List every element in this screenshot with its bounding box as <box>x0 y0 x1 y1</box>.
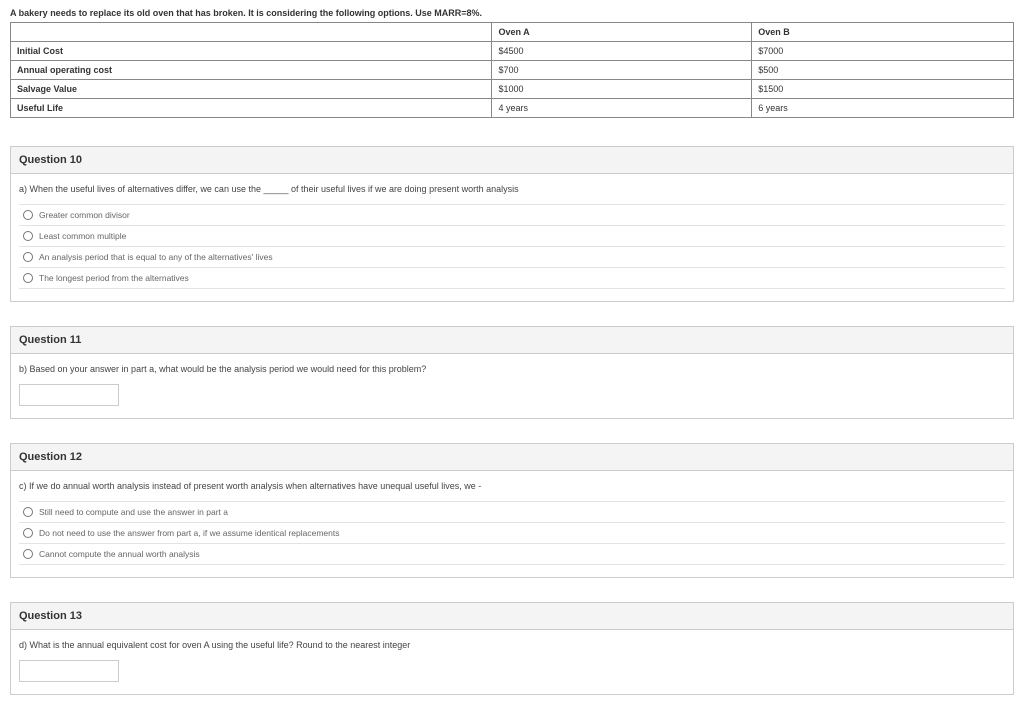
radio-input[interactable] <box>23 210 33 220</box>
option-row[interactable]: Cannot compute the annual worth analysis <box>19 543 1005 565</box>
question-title: Question 13 <box>11 603 1013 630</box>
question-title: Question 10 <box>11 147 1013 174</box>
option-label: Least common multiple <box>39 231 126 241</box>
cell-a: $700 <box>492 61 752 80</box>
col-b-header: Oven B <box>752 23 1014 42</box>
cell-b: $7000 <box>752 42 1014 61</box>
option-row[interactable]: An analysis period that is equal to any … <box>19 246 1005 267</box>
option-row[interactable]: Greater common divisor <box>19 204 1005 225</box>
cell-a: $4500 <box>492 42 752 61</box>
cell-a: 4 years <box>492 99 752 118</box>
option-label: Still need to compute and use the answer… <box>39 507 228 517</box>
table-row: Useful Life 4 years 6 years <box>11 99 1014 118</box>
option-label: The longest period from the alternatives <box>39 273 189 283</box>
table-row: Initial Cost $4500 $7000 <box>11 42 1014 61</box>
question-prompt: a) When the useful lives of alternatives… <box>19 184 1005 194</box>
radio-input[interactable] <box>23 231 33 241</box>
question-title: Question 12 <box>11 444 1013 471</box>
radio-input[interactable] <box>23 507 33 517</box>
radio-input[interactable] <box>23 528 33 538</box>
intro-text: A bakery needs to replace its old oven t… <box>10 8 1014 18</box>
question-title: Question 11 <box>11 327 1013 354</box>
question-prompt: d) What is the annual equivalent cost fo… <box>19 640 1005 650</box>
table-row: Salvage Value $1000 $1500 <box>11 80 1014 99</box>
option-label: Greater common divisor <box>39 210 130 220</box>
question-10: Question 10 a) When the useful lives of … <box>10 146 1014 302</box>
question-11: Question 11 b) Based on your answer in p… <box>10 326 1014 419</box>
cell-b: $1500 <box>752 80 1014 99</box>
option-label: Cannot compute the annual worth analysis <box>39 549 200 559</box>
data-table: Oven A Oven B Initial Cost $4500 $7000 A… <box>10 22 1014 118</box>
answer-input[interactable] <box>19 384 119 406</box>
option-label: An analysis period that is equal to any … <box>39 252 273 262</box>
table-row: Annual operating cost $700 $500 <box>11 61 1014 80</box>
options-list: Greater common divisor Least common mult… <box>19 204 1005 289</box>
option-row[interactable]: Least common multiple <box>19 225 1005 246</box>
row-label: Salvage Value <box>11 80 492 99</box>
cell-a: $1000 <box>492 80 752 99</box>
cell-b: $500 <box>752 61 1014 80</box>
row-label: Useful Life <box>11 99 492 118</box>
option-row[interactable]: Do not need to use the answer from part … <box>19 522 1005 543</box>
question-13: Question 13 d) What is the annual equiva… <box>10 602 1014 695</box>
question-12: Question 12 c) If we do annual worth ana… <box>10 443 1014 578</box>
option-row[interactable]: Still need to compute and use the answer… <box>19 501 1005 522</box>
radio-input[interactable] <box>23 273 33 283</box>
radio-input[interactable] <box>23 252 33 262</box>
question-prompt: b) Based on your answer in part a, what … <box>19 364 1005 374</box>
cell-b: 6 years <box>752 99 1014 118</box>
options-list: Still need to compute and use the answer… <box>19 501 1005 565</box>
question-prompt: c) If we do annual worth analysis instea… <box>19 481 1005 491</box>
option-row[interactable]: The longest period from the alternatives <box>19 267 1005 289</box>
radio-input[interactable] <box>23 549 33 559</box>
table-blank-cell <box>11 23 492 42</box>
col-a-header: Oven A <box>492 23 752 42</box>
row-label: Annual operating cost <box>11 61 492 80</box>
option-label: Do not need to use the answer from part … <box>39 528 340 538</box>
row-label: Initial Cost <box>11 42 492 61</box>
answer-input[interactable] <box>19 660 119 682</box>
